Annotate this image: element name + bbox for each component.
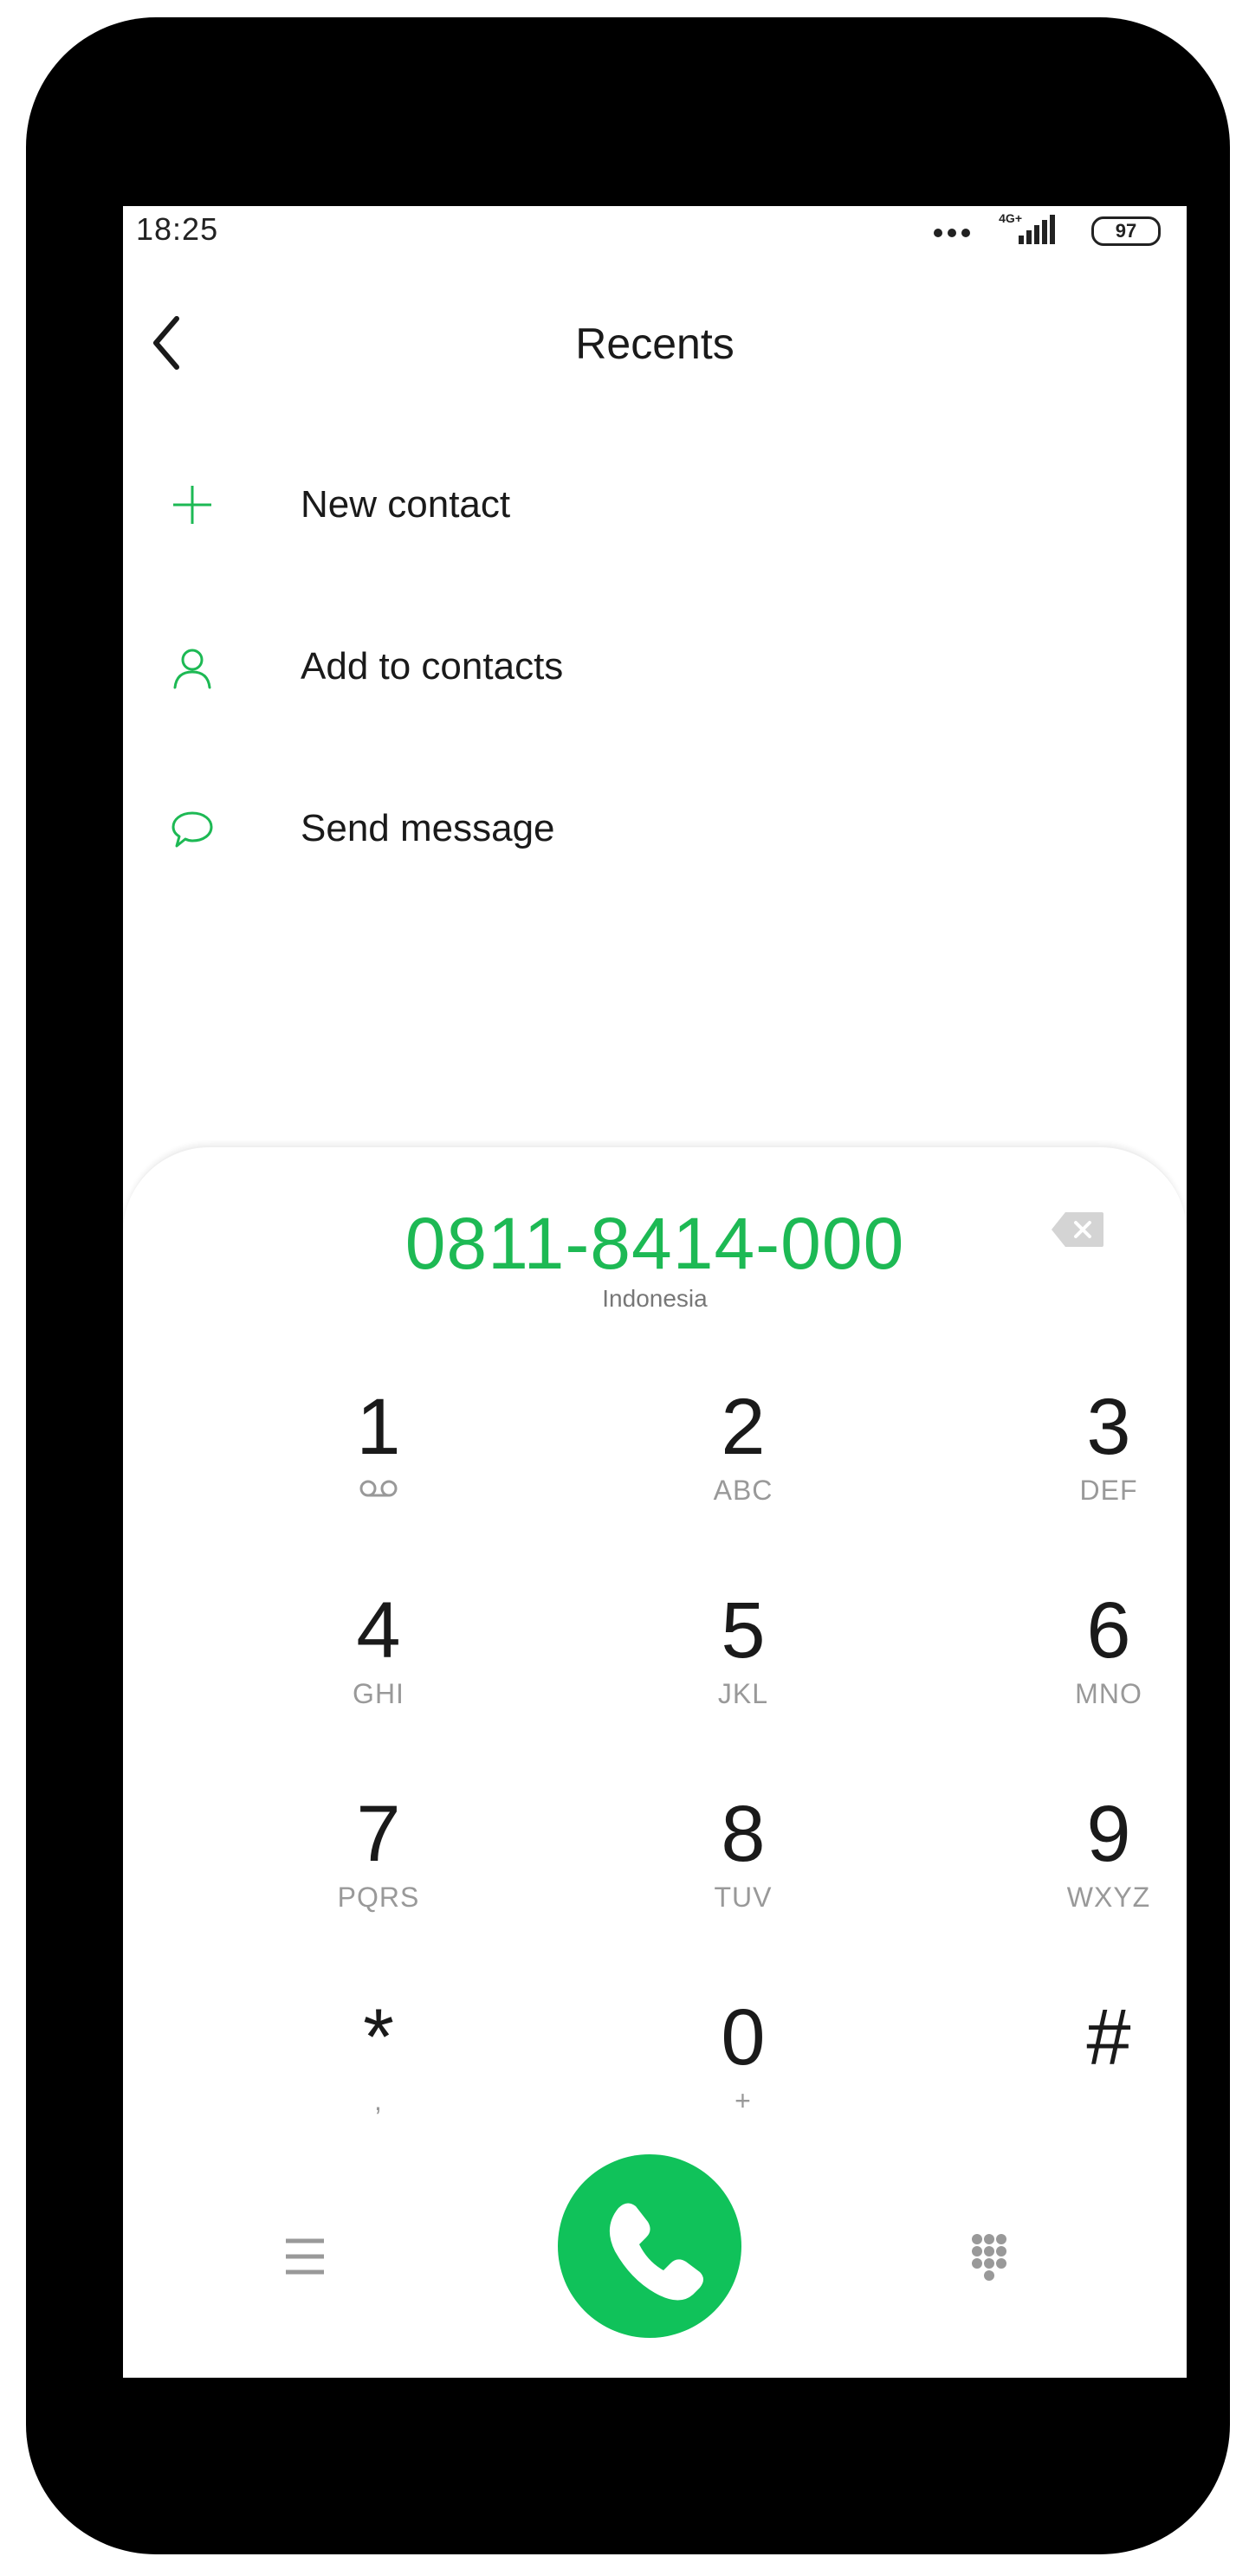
key-hash[interactable]: # — [979, 1990, 1187, 2163]
voicemail-icon — [358, 1476, 399, 1501]
screen: 18:25 4G+ 97 Recents New contact Add to … — [123, 206, 1187, 2378]
key-digit: * — [363, 1993, 394, 2082]
plus-icon — [166, 479, 218, 531]
battery-indicator: 97 — [1091, 216, 1161, 246]
key-0[interactable]: 0 + — [613, 1990, 873, 2163]
key-letters: ABC — [713, 1475, 773, 1506]
number-region: Indonesia — [602, 1285, 708, 1312]
key-letters: PQRS — [337, 1882, 420, 1913]
signal-strength-icon — [1019, 213, 1057, 244]
phone-frame: 18:25 4G+ 97 Recents New contact Add to … — [26, 17, 1230, 2554]
key-digit: 5 — [721, 1586, 766, 1675]
key-letters: WXYZ — [1066, 1882, 1151, 1913]
key-star[interactable]: * , — [249, 1990, 508, 2163]
menu-item-label: New contact — [301, 483, 511, 526]
call-button[interactable] — [558, 2154, 741, 2338]
key-5[interactable]: 5 JKL — [613, 1583, 873, 1756]
menu-item-add-to-contacts[interactable]: Add to contacts — [123, 602, 1187, 732]
key-digit: 0 — [721, 1993, 766, 2082]
key-letters: JKL — [717, 1678, 769, 1709]
key-letters: DEF — [1079, 1475, 1138, 1506]
key-9[interactable]: 9 WXYZ — [979, 1786, 1187, 1959]
key-digit: 4 — [356, 1586, 401, 1675]
key-letters: GHI — [353, 1678, 404, 1709]
more-dots-icon — [934, 229, 972, 239]
menu-item-label: Add to contacts — [301, 645, 564, 688]
status-time: 18:25 — [136, 211, 219, 247]
key-digit: 7 — [356, 1790, 401, 1878]
status-icons: 4G+ 97 — [901, 211, 1161, 249]
key-letters: , — [374, 2085, 383, 2116]
menu-icon[interactable] — [262, 2224, 348, 2293]
person-icon — [166, 641, 218, 693]
key-4[interactable]: 4 GHI — [249, 1583, 508, 1756]
menu-item-new-contact[interactable]: New contact — [123, 440, 1187, 570]
backspace-icon[interactable] — [1050, 1211, 1105, 1249]
dialpad-toggle-icon[interactable] — [946, 2215, 1032, 2302]
dialed-number[interactable]: 0811-8414-000 — [123, 1202, 1187, 1286]
key-letters: + — [735, 2085, 752, 2116]
phone-icon — [609, 2203, 703, 2301]
key-digit: # — [1086, 1993, 1131, 2082]
key-letters: MNO — [1075, 1678, 1142, 1709]
key-2[interactable]: 2 ABC — [613, 1379, 873, 1553]
key-digit: 6 — [1086, 1586, 1131, 1675]
key-6[interactable]: 6 MNO — [979, 1583, 1187, 1756]
key-digit: 9 — [1086, 1790, 1131, 1878]
chat-bubble-icon — [166, 803, 218, 855]
key-7[interactable]: 7 PQRS — [249, 1786, 508, 1959]
page-title: Recents — [575, 320, 735, 368]
key-8[interactable]: 8 TUV — [613, 1786, 873, 1959]
key-digit: 1 — [356, 1383, 401, 1471]
key-digit: 8 — [721, 1790, 766, 1878]
menu-item-send-message[interactable]: Send message — [123, 764, 1187, 894]
key-1[interactable]: 1 — [249, 1379, 508, 1553]
key-digit: 2 — [721, 1383, 766, 1471]
menu-item-label: Send message — [301, 807, 555, 849]
key-letters: TUV — [714, 1882, 773, 1913]
key-3[interactable]: 3 DEF — [979, 1379, 1187, 1553]
key-digit: 3 — [1086, 1383, 1131, 1471]
